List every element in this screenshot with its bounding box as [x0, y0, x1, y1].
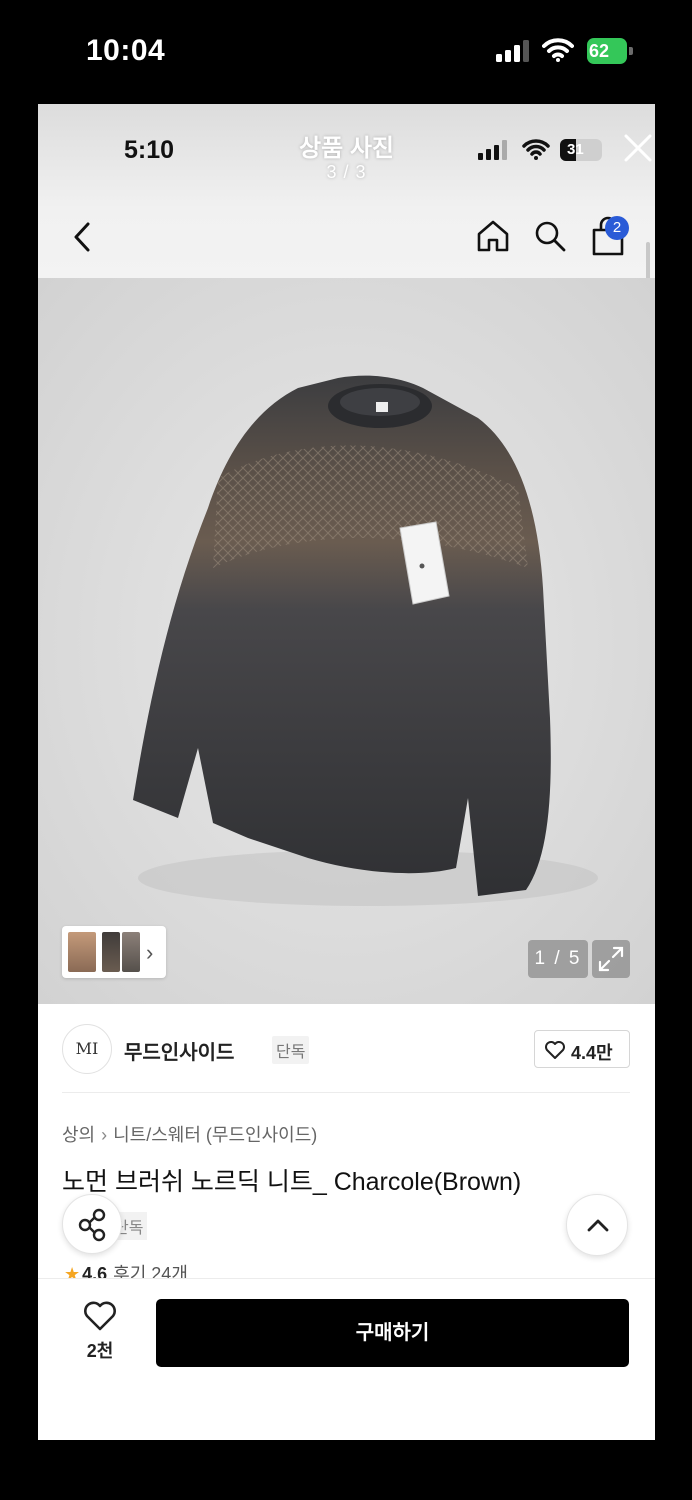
exclusive-badge: 단독 — [272, 1036, 310, 1064]
inner-battery-icon: 31 — [560, 139, 602, 161]
brand-name[interactable]: 무드인사이드 — [124, 1036, 234, 1065]
brand-row: MI 무드인사이드 단독 4.4만 — [62, 1024, 630, 1074]
photo-viewer-header: 5:10 상품 사진 3 / 3 31 2 — [38, 104, 655, 300]
inner-battery-level: 31 — [567, 141, 584, 158]
breadcrumb-subcategory[interactable]: 니트/스웨터 (무드인사이드) — [113, 1125, 317, 1145]
breadcrumb: 상의 › 니트/스웨터 (무드인사이드) — [62, 1121, 317, 1147]
app-screen: 5:10 상품 사진 3 / 3 31 2 › 1 / 5 MI 무드인사이드 … — [38, 104, 655, 1440]
photo-page-indicator: 1 / 5 — [528, 940, 588, 978]
bottom-action-bar: 2천 구매하기 — [38, 1278, 655, 1440]
inner-wifi-icon — [522, 139, 550, 160]
wishlist-button[interactable]: 2천 — [74, 1299, 126, 1361]
thumbnail-1[interactable] — [68, 932, 96, 972]
divider — [62, 1092, 630, 1093]
share-icon — [78, 1208, 106, 1242]
brand-logo[interactable]: MI — [62, 1024, 112, 1074]
heart-icon — [545, 1041, 565, 1059]
chevron-right-icon[interactable]: › — [146, 940, 153, 966]
scroll-top-button[interactable] — [566, 1194, 628, 1256]
share-button[interactable] — [62, 1194, 122, 1254]
cart-count-badge: 2 — [605, 216, 629, 240]
buy-button[interactable]: 구매하기 — [156, 1299, 629, 1367]
heart-icon — [84, 1301, 116, 1331]
thumbnail-2[interactable] — [102, 932, 120, 972]
chevron-up-icon — [587, 1219, 609, 1232]
thumbnail-3[interactable] — [122, 932, 140, 972]
breadcrumb-category[interactable]: 상의 — [62, 1125, 95, 1145]
battery-icon: 62 — [587, 38, 633, 64]
battery-level: 62 — [587, 38, 627, 64]
close-icon[interactable] — [620, 130, 655, 166]
inner-signal-icon — [478, 140, 507, 160]
cellular-signal-icon — [496, 40, 529, 62]
thumbnail-strip[interactable]: › — [62, 926, 166, 978]
wishlist-count: 2천 — [86, 1341, 114, 1361]
brand-like-button[interactable]: 4.4만 — [534, 1030, 630, 1068]
back-icon[interactable] — [68, 220, 96, 254]
wifi-icon — [542, 38, 574, 62]
product-title: 노먼 브러쉬 노르딕 니트_ Charcole(Brown) — [62, 1168, 522, 1196]
expand-icon[interactable] — [592, 940, 630, 978]
search-icon[interactable] — [532, 218, 568, 254]
sweater-illustration — [133, 375, 598, 906]
chevron-right-icon: › — [101, 1125, 108, 1145]
brand-like-count: 4.4만 — [571, 1043, 613, 1063]
outer-clock: 10:04 — [86, 34, 166, 67]
viewer-photo-counter: 3 / 3 — [326, 162, 367, 182]
home-icon[interactable] — [475, 218, 511, 254]
outer-status-bar: 10:04 62 — [0, 0, 692, 104]
product-photo[interactable]: › 1 / 5 — [38, 278, 655, 1004]
